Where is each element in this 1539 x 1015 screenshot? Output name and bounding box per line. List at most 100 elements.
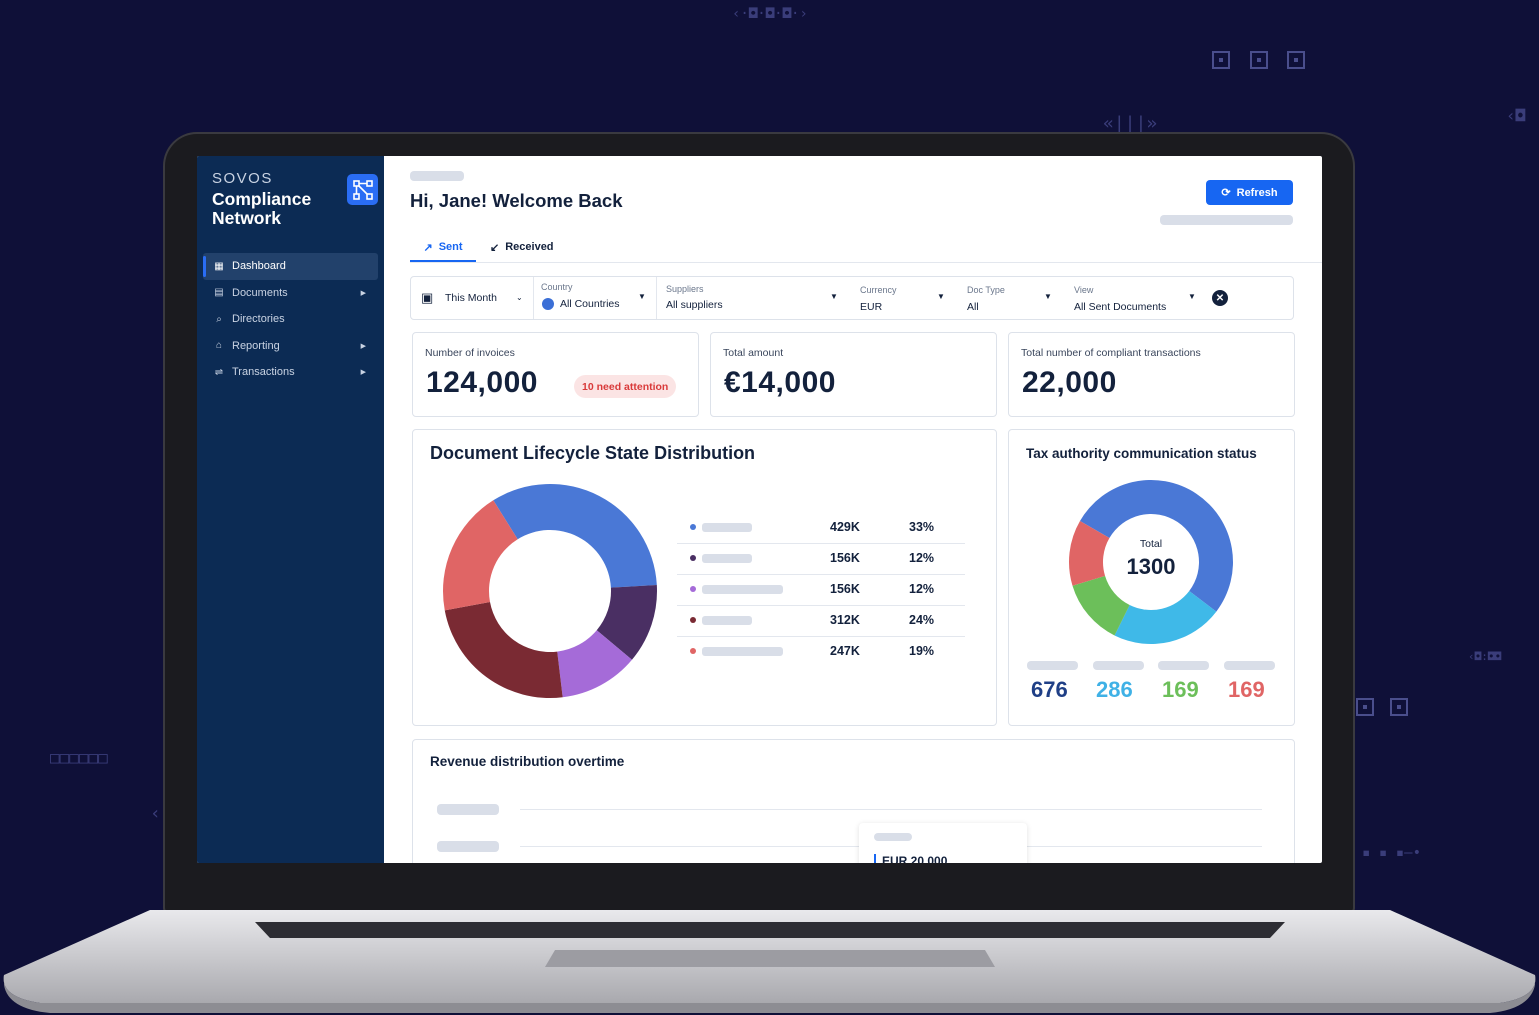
legend-dot [690, 555, 696, 561]
sidebar-nav: ▦ Dashboard ▤ Documents ▶ ⌕ Directories … [203, 253, 378, 386]
lifecycle-donut-chart [443, 484, 657, 698]
tax-count-accepted: 169 [1162, 677, 1199, 702]
tax-total-label: Total [1139, 538, 1163, 550]
sidebar: SOVOS Compliance Network ▦ Dashboard ▤ D… [197, 156, 384, 863]
tab-label: Received [505, 241, 554, 253]
background-square-icon [1287, 51, 1305, 69]
tab-sent[interactable]: ↗ Sent [410, 234, 476, 262]
legend-label-placeholder [702, 523, 752, 532]
app-screen: SOVOS Compliance Network ▦ Dashboard ▤ D… [197, 156, 1322, 863]
amount-card: Total amount €14,000 [710, 332, 997, 417]
background-chain-icon: ‹◘:◘◘ [1468, 650, 1502, 663]
country-value: All Countries [560, 298, 620, 310]
background-square-icon [1250, 51, 1268, 69]
sidebar-item-label: Documents [232, 286, 288, 299]
calendar-icon: ▣ [421, 290, 434, 305]
caret-down-icon: ▼ [830, 292, 838, 301]
tax-title: Tax authority communication status [1026, 446, 1257, 461]
refresh-icon: ⟳ [1221, 187, 1231, 199]
legend-row: 247K 19% [677, 636, 965, 667]
legend-value: 247K [830, 644, 860, 658]
attention-badge[interactable]: 10 need attention [574, 375, 677, 398]
tax-card: Tax authority communication status Total… [1008, 429, 1295, 726]
tooltip-label-placeholder [874, 833, 912, 841]
legend-row: 156K 12% [677, 543, 965, 575]
tax-legend-placeholder [1224, 661, 1275, 670]
compliant-label: Total number of compliant transactions [1021, 347, 1201, 359]
view-value: All Sent Documents [1074, 301, 1167, 313]
background-square-icon [1212, 51, 1230, 69]
caret-down-icon: ▼ [937, 292, 945, 301]
currency-select[interactable]: Currency EUR ▼ [860, 277, 960, 319]
country-label: Country [541, 282, 573, 292]
network-logo-icon-glyph [352, 179, 373, 200]
tax-legend-placeholder [1158, 661, 1209, 670]
view-select[interactable]: View All Sent Documents ▼ [1074, 277, 1204, 319]
network-logo-icon[interactable] [347, 174, 378, 205]
legend-dot [690, 586, 696, 592]
sidebar-item-reporting[interactable]: ⌂ Reporting ▶ [203, 333, 378, 360]
caret-down-icon: ▼ [638, 292, 646, 301]
caret-down-icon: ▼ [1044, 292, 1052, 301]
legend-row: 312K 24% [677, 605, 965, 637]
legend-percent: 19% [909, 644, 935, 658]
lifecycle-card: Document Lifecycle State Distribution 42… [412, 429, 997, 726]
suppliers-value: All suppliers [666, 299, 723, 311]
sidebar-item-transactions[interactable]: ⇌ Transactions ▶ [203, 359, 378, 386]
legend-label-placeholder [702, 554, 752, 563]
background-grid-icon: □□□□□□ [50, 748, 108, 767]
sidebar-item-documents[interactable]: ▤ Documents ▶ [203, 280, 378, 307]
last-updated-placeholder [1160, 215, 1293, 225]
background-arrow-icon: ‹◘ [1506, 106, 1526, 125]
chevron-down-icon: ⌄ [516, 293, 523, 302]
tax-count-rejected: 169 [1228, 677, 1265, 702]
filter-bar: ▣ This Month ⌄ Country All Countries ▼ S… [410, 276, 1294, 320]
period-value: This Month [445, 292, 497, 304]
legend-label-placeholder [702, 647, 783, 656]
transactions-icon: ⇌ [214, 366, 224, 378]
tab-received[interactable]: ↙ Received [490, 234, 554, 260]
background-arrows-top: ‹·◘·◘·◘·› [732, 6, 808, 22]
legend-label-placeholder [702, 585, 783, 594]
legend-value: 156K [830, 551, 860, 565]
lifecycle-title: Document Lifecycle State Distribution [430, 443, 756, 463]
globe-icon [542, 298, 554, 310]
axis-label-placeholder [437, 841, 499, 852]
tab-bar: ↗ Sent ↙ Received [410, 234, 1322, 263]
brand-small: SOVOS [212, 170, 273, 187]
legend-dot [690, 648, 696, 654]
background-square-icon [1356, 698, 1374, 716]
laptop-base [3, 910, 1536, 1013]
clear-filters-icon[interactable]: ✕ [1212, 290, 1228, 306]
legend-row: 429K 33% [677, 512, 965, 544]
revenue-title: Revenue distribution overtime [430, 754, 625, 769]
background-bracket-icon: «|||» [1103, 113, 1158, 134]
sidebar-item-dashboard[interactable]: ▦ Dashboard [203, 253, 378, 280]
revenue-card: Revenue distribution overtime EUR 20,000 [412, 739, 1295, 863]
legend-value: 156K [830, 582, 860, 596]
doc-type-select[interactable]: Doc Type All ▼ [967, 277, 1067, 319]
suppliers-label: Suppliers [666, 284, 704, 294]
period-select[interactable]: ▣ This Month ⌄ [411, 277, 533, 319]
refresh-label: Refresh [1236, 186, 1278, 199]
arrow-down-left-icon: ↙ [490, 241, 500, 254]
sidebar-item-label: Reporting [232, 339, 280, 352]
legend-value: 429K [830, 520, 860, 534]
country-select[interactable]: Country All Countries ▼ [533, 277, 656, 319]
tax-legend-placeholder [1027, 661, 1078, 670]
invoices-card: Number of invoices 124,000 10 need atten… [412, 332, 699, 417]
tax-legend-placeholder [1093, 661, 1144, 670]
invoices-label: Number of invoices [425, 347, 515, 359]
caret-down-icon: ▼ [1188, 292, 1196, 301]
doc-type-label: Doc Type [967, 285, 1005, 295]
refresh-button[interactable]: ⟳ Refresh [1206, 180, 1293, 205]
suppliers-select[interactable]: Suppliers All suppliers ▼ [656, 277, 852, 319]
lifecycle-slice[interactable] [493, 484, 657, 588]
document-icon: ▤ [214, 287, 224, 299]
tax-count-sent: 676 [1031, 677, 1068, 702]
currency-value: EUR [860, 301, 883, 313]
sidebar-item-directories[interactable]: ⌕ Directories [203, 306, 378, 333]
lifecycle-slice[interactable] [444, 602, 563, 698]
tax-total-value: 1300 [1126, 554, 1176, 579]
tax-count-pending: 286 [1096, 677, 1133, 702]
